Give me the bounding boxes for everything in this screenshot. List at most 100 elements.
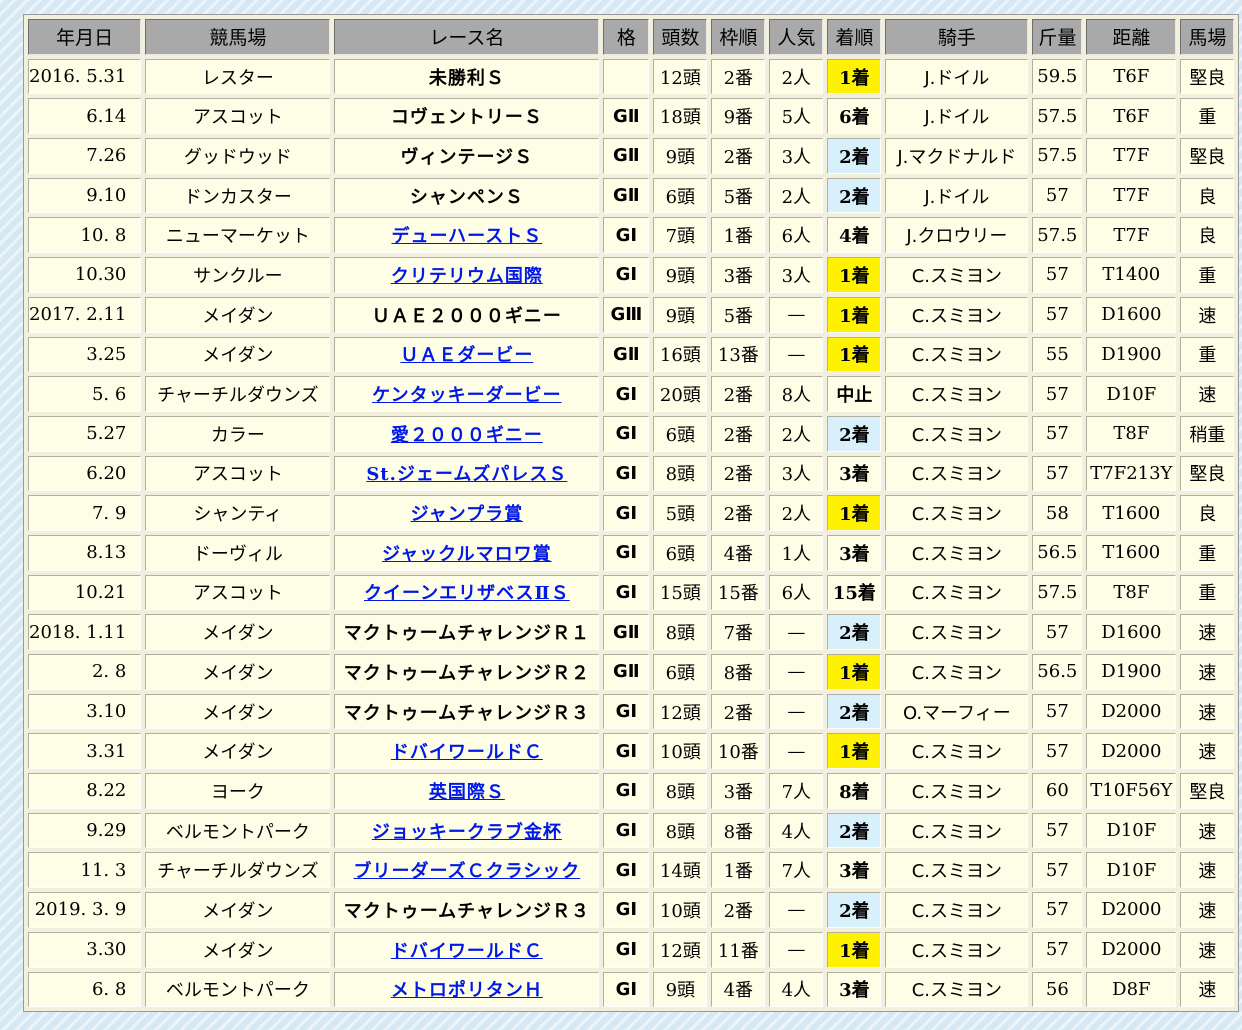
race-link[interactable]: 英国際Ｓ bbox=[429, 782, 505, 803]
jockey-cell: C.スミヨン bbox=[885, 773, 1029, 809]
race-link[interactable]: ドバイワールドＣ bbox=[391, 941, 543, 962]
distance-cell: T7F bbox=[1086, 177, 1177, 214]
race-name-cell: ヴィンテージＳ bbox=[334, 138, 600, 174]
weight-cell: 57.5 bbox=[1032, 574, 1083, 611]
race-link[interactable]: ブリーダーズＣクラシック bbox=[353, 861, 580, 882]
race-name-cell: マクトゥームチャレンジＲ３ bbox=[334, 693, 600, 730]
table-row: 3.10 メイダン マクトゥームチャレンジＲ３ GⅠ 12頭 2番 —2着 O.マーフィー 57… bbox=[28, 693, 1235, 730]
race-link[interactable]: ケンタッキーダービー bbox=[372, 385, 561, 406]
grade-badge: GⅡ bbox=[603, 336, 650, 373]
distance-cell: T6F bbox=[1086, 98, 1177, 135]
runners-cell: 18頭 bbox=[653, 98, 708, 135]
weight-cell: 57 bbox=[1032, 415, 1083, 452]
date-cell: 2016. 5.31 bbox=[28, 58, 142, 95]
col-header-gate: 枠順 bbox=[711, 19, 766, 55]
table-row: 2016. 5.31 レスター 未勝利Ｓ 12頭 2番 2人 1着 J.ドイル 59.5 T6F 堅… bbox=[28, 58, 1235, 95]
race-name-cell: 愛２０００ギニー bbox=[334, 415, 600, 452]
grade-badge: GⅠ bbox=[603, 495, 650, 531]
distance-cell: T1600 bbox=[1086, 495, 1177, 531]
date-cell: 9.29 bbox=[28, 812, 142, 849]
weight-cell: 57 bbox=[1032, 931, 1083, 968]
distance-cell: D10F bbox=[1086, 812, 1177, 849]
course-cell: ドーヴィル bbox=[145, 534, 331, 571]
col-header-course: 競馬場 bbox=[145, 19, 331, 55]
date-cell: 7. 9 bbox=[28, 495, 142, 531]
jockey-cell: C.スミヨン bbox=[885, 931, 1029, 968]
popularity-cell: — bbox=[769, 336, 824, 373]
gate-cell: 2番 bbox=[711, 892, 766, 928]
date-cell: 6.14 bbox=[28, 98, 142, 135]
jockey-cell: C.スミヨン bbox=[885, 534, 1029, 571]
finish-cell: 2着 bbox=[827, 415, 882, 452]
race-link[interactable]: St.ジェームズパレスＳ bbox=[366, 464, 567, 485]
grade-badge: GⅡ bbox=[603, 138, 650, 174]
runners-cell: 8頭 bbox=[653, 773, 708, 809]
going-cell: 速 bbox=[1180, 614, 1235, 650]
table-row: 3.30 メイダン ドバイワールドＣ GⅠ 12頭 11番 —1着 C.スミヨン 57 D2000… bbox=[28, 931, 1235, 968]
course-cell: アスコット bbox=[145, 574, 331, 611]
grade-badge: GⅢ bbox=[603, 296, 650, 333]
race-link[interactable]: 愛２０００ギニー bbox=[391, 425, 543, 446]
col-header-popularity: 人気 bbox=[769, 19, 824, 55]
race-link[interactable]: メトロポリタンＨ bbox=[391, 980, 543, 1001]
popularity-cell: 8人 bbox=[769, 376, 824, 412]
race-link[interactable]: ＵＡＥダービー bbox=[400, 345, 533, 366]
finish-cell: 2着 bbox=[827, 614, 882, 650]
weight-cell: 57 bbox=[1032, 614, 1083, 650]
finish-cell: 3着 bbox=[827, 852, 882, 889]
table-row: 9.10 ドンカスター シャンペンＳ GⅡ 6頭 5番 2人 2着 J.ドイル 57 T7F 良 bbox=[28, 177, 1235, 214]
distance-cell: T8F bbox=[1086, 574, 1177, 611]
race-name-cell: ブリーダーズＣクラシック bbox=[334, 852, 600, 889]
going-cell: 重 bbox=[1180, 257, 1235, 293]
jockey-cell: C.スミヨン bbox=[885, 574, 1029, 611]
course-cell: レスター bbox=[145, 58, 331, 95]
table-row: 8.22 ヨーク 英国際Ｓ GⅠ 8頭 3番 7人 8着 C.スミヨン 60 T10F56Y 堅良 bbox=[28, 773, 1235, 809]
race-link[interactable]: クリテリウム国際 bbox=[391, 266, 543, 287]
race-name-cell: ジャンプラ賞 bbox=[334, 495, 600, 531]
jockey-cell: C.スミヨン bbox=[885, 971, 1029, 1008]
runners-cell: 5頭 bbox=[653, 495, 708, 531]
grade-badge: GⅠ bbox=[603, 852, 650, 889]
grade-badge: GⅡ bbox=[603, 98, 650, 135]
gate-cell: 13番 bbox=[711, 336, 766, 373]
distance-cell: D8F bbox=[1086, 971, 1177, 1008]
course-cell: メイダン bbox=[145, 654, 331, 690]
jockey-cell: C.スミヨン bbox=[885, 336, 1029, 373]
gate-cell: 2番 bbox=[711, 415, 766, 452]
popularity-cell: 4人 bbox=[769, 971, 824, 1008]
gate-cell: 4番 bbox=[711, 534, 766, 571]
race-name-cell: ジョッキークラブ金杯 bbox=[334, 812, 600, 849]
finish-cell: 1着 bbox=[827, 495, 882, 531]
gate-cell: 2番 bbox=[711, 495, 766, 531]
gate-cell: 2番 bbox=[711, 138, 766, 174]
going-cell: 良 bbox=[1180, 217, 1235, 254]
race-name: マクトゥームチャレンジＲ２ bbox=[343, 662, 590, 684]
grade-badge: GⅠ bbox=[603, 812, 650, 849]
date-cell: 5.27 bbox=[28, 415, 142, 452]
grade-badge: GⅠ bbox=[603, 892, 650, 928]
grade-badge: GⅡ bbox=[603, 654, 650, 690]
race-link[interactable]: デューハーストＳ bbox=[391, 226, 542, 247]
weight-cell: 56 bbox=[1032, 971, 1083, 1008]
course-cell: メイダン bbox=[145, 693, 331, 730]
race-link[interactable]: ジョッキークラブ金杯 bbox=[372, 822, 562, 843]
race-link[interactable]: ジャックルマロワ賞 bbox=[382, 544, 552, 565]
course-cell: チャーチルダウンズ bbox=[145, 852, 331, 889]
weight-cell: 57.5 bbox=[1032, 217, 1083, 254]
distance-cell: T10F56Y bbox=[1086, 773, 1177, 809]
going-cell: 速 bbox=[1180, 931, 1235, 968]
runners-cell: 9頭 bbox=[653, 971, 708, 1008]
popularity-cell: 4人 bbox=[769, 812, 824, 849]
course-cell: メイダン bbox=[145, 336, 331, 373]
table-row: 5. 6 チャーチルダウンズ ケンタッキーダービー GⅠ 20頭 2番 8人 中止 C.スミヨン… bbox=[28, 376, 1235, 412]
table-row: 3.31 メイダン ドバイワールドＣ GⅠ 10頭 10番 —1着 C.スミヨン 57 D2000… bbox=[28, 733, 1235, 770]
jockey-cell: C.スミヨン bbox=[885, 733, 1029, 770]
course-cell: シャンティ bbox=[145, 495, 331, 531]
race-name-cell: コヴェントリーＳ bbox=[334, 98, 600, 135]
race-link[interactable]: ジャンプラ賞 bbox=[411, 504, 524, 525]
course-cell: ベルモントパーク bbox=[145, 971, 331, 1008]
date-cell: 11. 3 bbox=[28, 852, 142, 889]
race-link[interactable]: クイーンエリザベスⅡＳ bbox=[364, 583, 570, 604]
race-link[interactable]: ドバイワールドＣ bbox=[391, 742, 543, 763]
runners-cell: 9頭 bbox=[653, 138, 708, 174]
